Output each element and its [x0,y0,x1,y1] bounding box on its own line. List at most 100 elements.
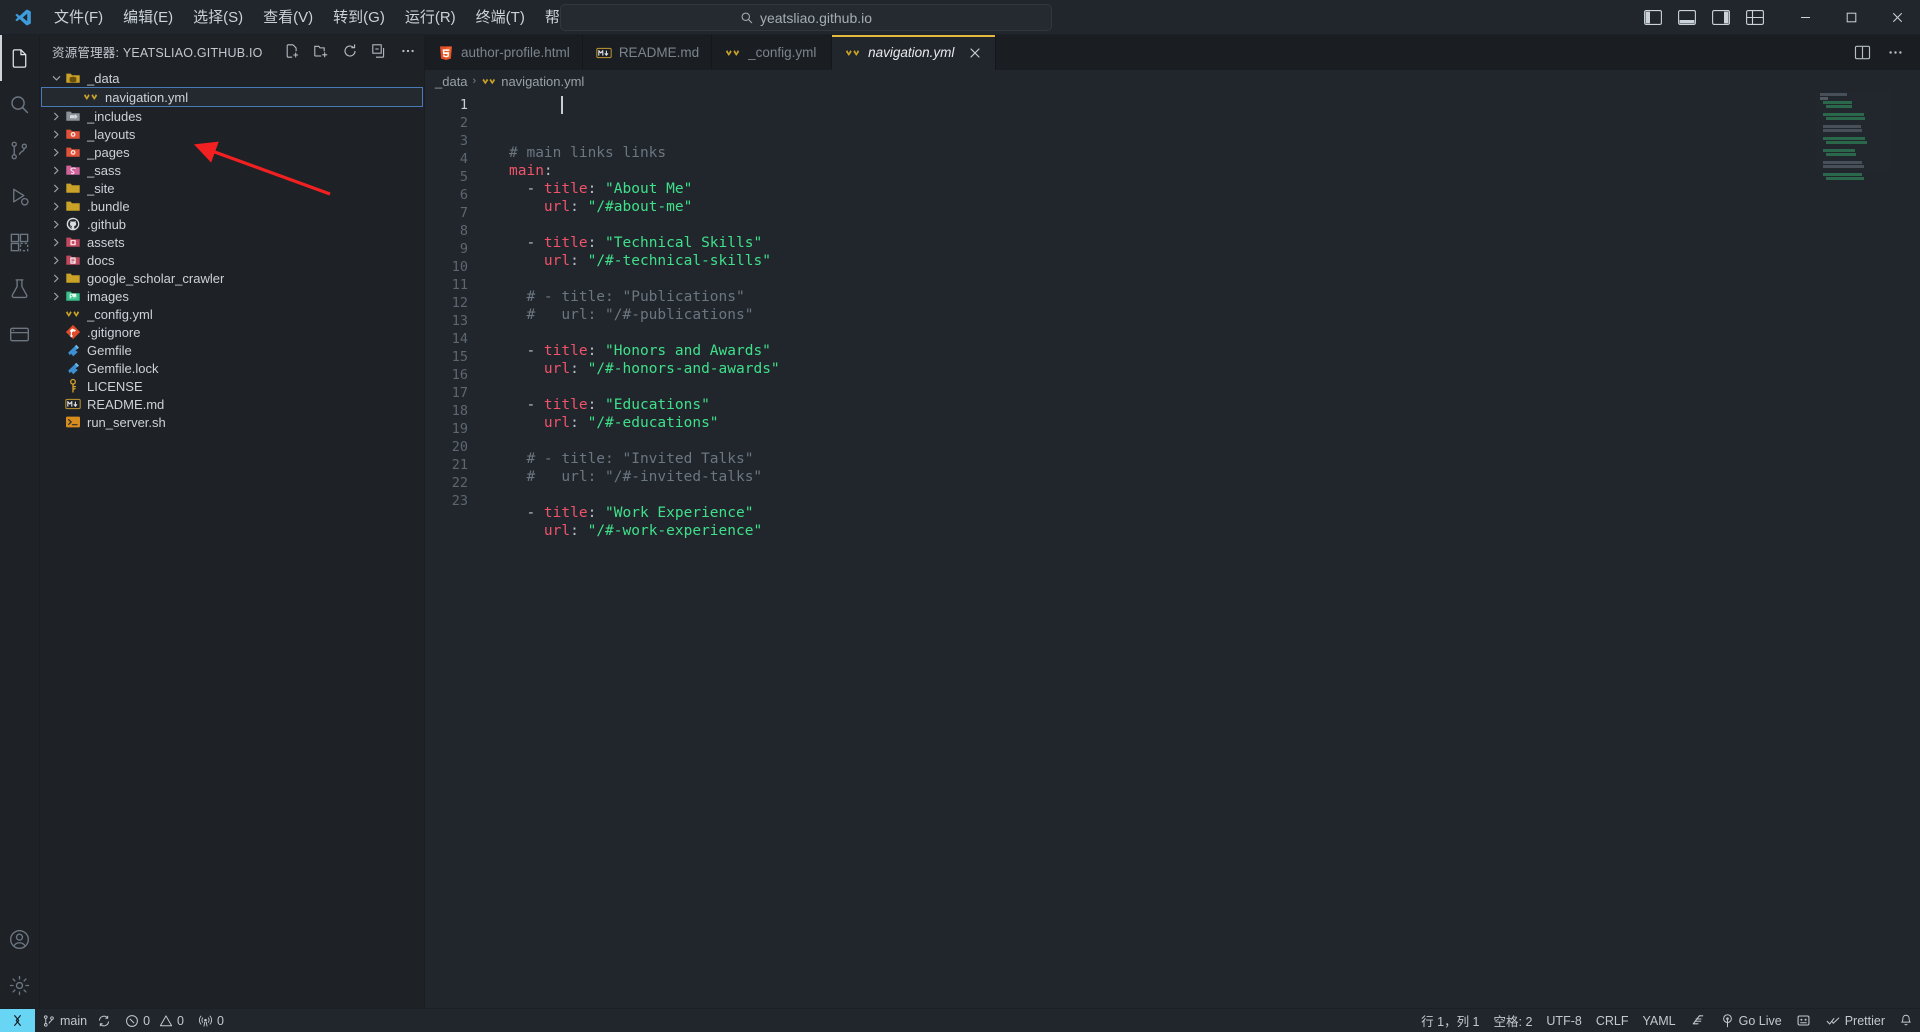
tree-file-row[interactable]: README.md [40,395,424,413]
code-line[interactable] [509,270,1920,288]
chevron-right-icon[interactable] [48,273,64,284]
breadcrumb-item-folder[interactable]: _data [435,74,468,89]
activity-extensions[interactable] [0,219,40,265]
menu-go[interactable]: 转到(G) [323,0,395,35]
activity-source-control[interactable] [0,127,40,173]
tree-folder-row[interactable]: _includes [40,107,424,125]
code-line[interactable] [509,378,1920,396]
tree-file-row[interactable]: navigation.yml [41,87,423,107]
activity-remote-explorer[interactable] [0,311,40,357]
chevron-right-icon[interactable] [48,183,64,194]
code-line[interactable]: url: "/#-honors-and-awards" [509,360,1920,378]
tree-file-row[interactable]: Gemfile [40,341,424,359]
activity-settings[interactable] [0,962,40,1008]
activity-accounts[interactable] [0,916,40,962]
chevron-right-icon[interactable] [48,255,64,266]
minimap[interactable] [1816,92,1906,170]
new-folder-icon[interactable] [312,43,329,60]
status-remote-window[interactable] [0,1009,35,1032]
tab-close-icon[interactable] [967,45,983,61]
tree-file-row[interactable]: .gitignore [40,323,424,341]
code-content[interactable]: # main links linksmain: - title: "About … [477,92,1920,1008]
split-editor-icon[interactable] [1854,44,1871,61]
breadcrumb[interactable]: _data › navigation.yml [425,70,1920,92]
code-line[interactable]: url: "/#about-me" [509,198,1920,216]
status-branch[interactable]: main [35,1009,118,1032]
close-icon[interactable] [1874,0,1920,35]
code-line[interactable]: - title: "Honors and Awards" [509,342,1920,360]
chevron-right-icon[interactable] [48,291,64,302]
menu-run[interactable]: 运行(R) [395,0,466,35]
editor-tab[interactable]: author-profile.html [425,35,583,70]
tree-folder-row[interactable]: google_scholar_crawler [40,269,424,287]
collapse-all-icon[interactable] [370,43,387,60]
activity-search[interactable] [0,81,40,127]
code-line[interactable] [509,486,1920,504]
code-line[interactable]: # url: "/#-invited-talks" [509,468,1920,486]
code-line[interactable] [509,324,1920,342]
chevron-right-icon[interactable] [48,165,64,176]
minimap-slider[interactable] [1892,92,1906,170]
tree-folder-row[interactable]: _pages [40,143,424,161]
status-prettier[interactable]: Prettier [1818,1009,1892,1032]
tree-file-row[interactable]: _config.yml [40,305,424,323]
toggle-primary-sidebar-icon[interactable] [1644,10,1662,25]
tree-folder-row[interactable]: _layouts [40,125,424,143]
tree-folder-row[interactable]: .bundle [40,197,424,215]
status-language-mode[interactable]: YAML [1635,1009,1682,1032]
status-problems[interactable]: 0 0 [118,1009,191,1032]
status-live-share[interactable] [1789,1009,1818,1032]
menu-selection[interactable]: 选择(S) [183,0,253,35]
code-line[interactable]: # - title: "Invited Talks" [509,450,1920,468]
file-tree[interactable]: _datanavigation.yml_includes_layouts_pag… [40,67,424,1008]
code-editor[interactable]: 1234567891011121314151617181920212223 # … [425,92,1920,1008]
tree-file-row[interactable]: LICENSE [40,377,424,395]
status-encoding[interactable]: UTF-8 [1539,1009,1588,1032]
code-line[interactable]: - title: "Work Experience" [509,504,1920,522]
quick-input-bar[interactable]: yeatsliao.github.io [560,4,1052,31]
refresh-icon[interactable] [341,43,358,60]
customize-layout-icon[interactable] [1746,10,1764,25]
toggle-secondary-sidebar-icon[interactable] [1712,10,1730,25]
new-file-icon[interactable] [283,43,300,60]
toggle-panel-icon[interactable] [1678,10,1696,25]
status-eol[interactable]: CRLF [1589,1009,1636,1032]
tree-folder-row[interactable]: _sass [40,161,424,179]
status-ports[interactable]: 0 [191,1009,231,1032]
code-line[interactable]: - title: "Technical Skills" [509,234,1920,252]
editor-tab[interactable]: _config.yml [712,35,832,70]
code-line[interactable]: url: "/#-work-experience" [509,522,1920,540]
chevron-down-icon[interactable] [48,73,64,84]
chevron-right-icon[interactable] [48,147,64,158]
code-line[interactable]: url: "/#-technical-skills" [509,252,1920,270]
chevron-right-icon[interactable] [48,129,64,140]
editor-tab[interactable]: navigation.yml [832,35,996,70]
status-notifications[interactable] [1892,1009,1920,1032]
minimize-icon[interactable] [1782,0,1828,35]
code-line[interactable]: main: [509,162,1920,180]
code-line[interactable]: # url: "/#-publications" [509,306,1920,324]
status-go-live[interactable]: Go Live [1713,1009,1789,1032]
code-line[interactable] [509,216,1920,234]
menu-file[interactable]: 文件(F) [44,0,113,35]
chevron-right-icon[interactable] [48,237,64,248]
tree-file-row[interactable]: Gemfile.lock [40,359,424,377]
editor-tabs[interactable]: author-profile.htmlREADME.md_config.ymln… [425,35,1920,70]
breadcrumb-item-file[interactable]: navigation.yml [501,74,584,89]
editor-tab[interactable]: README.md [583,35,712,70]
status-cursor-position[interactable]: 行 1，列 1 [1414,1009,1486,1032]
ellipsis-icon[interactable] [1887,44,1904,61]
code-line[interactable]: - title: "About Me" [509,180,1920,198]
status-indentation[interactable]: 空格: 2 [1487,1009,1540,1032]
tree-folder-row[interactable]: images [40,287,424,305]
code-line[interactable]: # - title: "Publications" [509,288,1920,306]
tree-file-row[interactable]: run_server.sh [40,413,424,431]
activity-explorer[interactable] [0,35,40,81]
activity-run-debug[interactable] [0,173,40,219]
ellipsis-icon[interactable] [399,43,416,60]
tree-folder-row[interactable]: .github [40,215,424,233]
tree-folder-row[interactable]: assets [40,233,424,251]
status-tabnine[interactable] [1683,1009,1713,1032]
menu-edit[interactable]: 编辑(E) [113,0,183,35]
chevron-right-icon[interactable] [48,111,64,122]
